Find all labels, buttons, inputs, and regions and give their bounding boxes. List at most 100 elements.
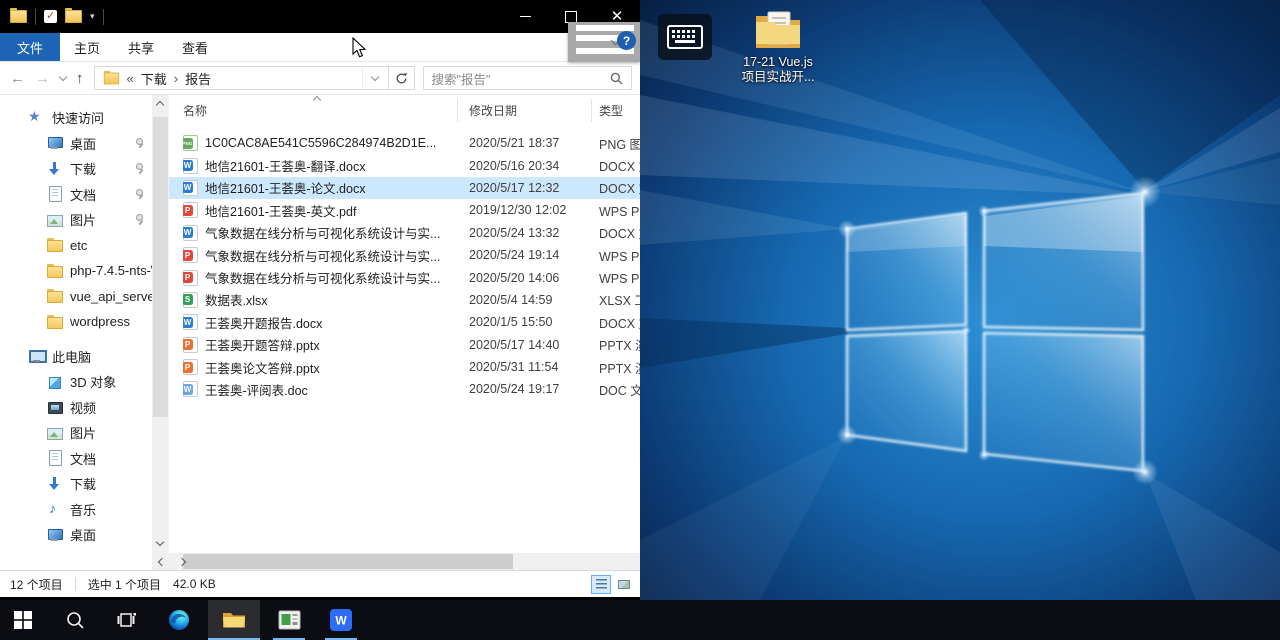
taskbar-explorer-button[interactable] xyxy=(208,600,260,640)
file-row[interactable]: W 地信21601-王荟奥-论文.docx 2020/5/17 12:32 DO… xyxy=(169,177,640,199)
file-type: WPS PDF 文档 xyxy=(599,201,640,220)
forward-icon[interactable]: → xyxy=(35,70,50,87)
desktop-folder-vue-project[interactable]: 17-21 Vue.js 项目实战开... xyxy=(732,8,824,85)
desktop-folder-label-line1: 17-21 Vue.js xyxy=(732,55,824,70)
scroll-left-icon[interactable] xyxy=(158,557,166,565)
sidebar-item[interactable]: 视频 xyxy=(0,395,152,421)
new-folder-icon[interactable] xyxy=(65,10,82,23)
task-view-button[interactable] xyxy=(104,600,150,640)
menu-share[interactable]: 共享 xyxy=(114,33,168,61)
menu-home[interactable]: 主页 xyxy=(60,33,114,61)
touch-keyboard-overlay[interactable] xyxy=(658,14,712,60)
quick-access-toolbar: ▾ xyxy=(0,9,104,25)
properties-icon[interactable] xyxy=(44,10,57,23)
sidebar-item[interactable]: 文档 xyxy=(0,182,152,208)
menu-file[interactable]: 文件 xyxy=(0,33,60,61)
column-divider[interactable] xyxy=(457,99,458,122)
start-button[interactable] xyxy=(0,600,46,640)
file-date: 2020/5/16 20:34 xyxy=(469,159,599,173)
column-divider[interactable] xyxy=(591,99,592,122)
back-icon[interactable]: ← xyxy=(10,70,25,87)
file-explorer-icon xyxy=(222,610,246,630)
column-header-name[interactable]: 名称 xyxy=(169,102,469,119)
desktop-wallpaper: 17-21 Vue.js 项目实战开... xyxy=(640,0,1280,600)
file-row[interactable]: PNG 1C0CAC8AE541C5596C284974B2D1E... 202… xyxy=(169,132,640,154)
file-row[interactable]: W 王荟奥开题报告.docx 2020/1/5 15:50 DOCX 文档 xyxy=(169,311,640,333)
file-row[interactable]: P 王荟奥开题答辩.pptx 2020/5/17 14:40 PPTX 演示文稿 xyxy=(169,334,640,356)
horizontal-scrollbar[interactable] xyxy=(152,553,640,570)
sidebar-item[interactable]: 文档 xyxy=(0,446,152,472)
sidebar-item[interactable]: 下载 xyxy=(0,471,152,497)
column-header-type[interactable]: 类型 xyxy=(599,102,640,119)
sidebar-quick-access[interactable]: 快速访问 xyxy=(0,105,152,131)
file-row[interactable]: W 气象数据在线分析与可视化系统设计与实... 2020/5/24 13:32 … xyxy=(169,222,640,244)
taskbar-search-button[interactable] xyxy=(52,600,98,640)
file-badge-glyph: P xyxy=(183,362,193,373)
taskbar-edge-button[interactable] xyxy=(156,600,202,640)
scrollbar-thumb[interactable] xyxy=(153,117,168,417)
file-row[interactable]: P 地信21601-王荟奥-英文.pdf 2019/12/30 12:02 WP… xyxy=(169,199,640,221)
sidebar-scrollbar[interactable] xyxy=(152,95,169,553)
address-bar[interactable]: « 下载 › 报告 xyxy=(94,66,389,90)
breadcrumb-downloads[interactable]: 下载 xyxy=(141,69,167,88)
sidebar-this-pc[interactable]: 此电脑 xyxy=(0,344,152,370)
column-headers: 名称 修改日期 类型 xyxy=(169,95,640,126)
column-header-date[interactable]: 修改日期 xyxy=(469,102,599,119)
file-row[interactable]: W 地信21601-王荟奥-翻译.docx 2020/5/16 20:34 DO… xyxy=(169,154,640,176)
breadcrumb-overflow[interactable]: « xyxy=(127,71,134,86)
sidebar-item-icon xyxy=(46,186,63,202)
sidebar-item-icon xyxy=(46,501,63,517)
sidebar-item-label: 桌面 xyxy=(70,134,96,153)
sidebar-item[interactable]: vue_api_server xyxy=(0,284,152,310)
file-name-cell: S 数据表.xlsx xyxy=(183,290,469,309)
taskbar-capture-app-button[interactable] xyxy=(266,600,312,640)
file-badge-glyph: PNG xyxy=(183,138,193,149)
sidebar-item[interactable]: 图片 xyxy=(0,420,152,446)
taskbar-wps-button[interactable]: W xyxy=(318,600,364,640)
titlebar[interactable]: ▾ ✕ xyxy=(0,0,640,33)
file-row[interactable]: S 数据表.xlsx 2020/5/4 14:59 XLSX 工作表 xyxy=(169,289,640,311)
menu-view[interactable]: 查看 xyxy=(168,33,222,61)
thumbnails-view-button[interactable] xyxy=(614,575,634,594)
file-row[interactable]: W 王荟奥-评阅表.doc 2020/5/24 19:17 DOC 文档 xyxy=(169,378,640,400)
file-badge-glyph: S xyxy=(183,294,193,305)
sidebar-item[interactable]: 桌面 xyxy=(0,522,152,548)
scroll-down-icon[interactable] xyxy=(156,538,164,546)
sidebar-item[interactable]: php-7.4.5-nts-\ xyxy=(0,258,152,284)
file-type: DOCX 文档 xyxy=(599,178,640,197)
ribbon-help-overlay: ? xyxy=(568,22,640,62)
sidebar-item[interactable]: 图片 xyxy=(0,207,152,233)
customize-qat-chevron-icon[interactable]: ▾ xyxy=(90,11,95,22)
file-type-icon: P xyxy=(183,359,198,375)
breadcrumb-reports[interactable]: 报告 xyxy=(185,69,211,88)
minimize-button[interactable] xyxy=(502,0,548,33)
folder-icon xyxy=(46,314,63,330)
refresh-button[interactable] xyxy=(389,66,415,90)
refresh-icon xyxy=(395,72,408,85)
up-icon[interactable]: ↑ xyxy=(76,70,84,87)
recent-locations-chevron-icon[interactable] xyxy=(59,72,67,80)
file-name-cell: W 气象数据在线分析与可视化系统设计与实... xyxy=(183,223,469,242)
file-row[interactable]: P 王荟奥论文答辩.pptx 2020/5/31 11:54 PPTX 演示文稿 xyxy=(169,356,640,378)
address-dropdown-chevron-icon[interactable] xyxy=(362,67,388,89)
search-box[interactable]: 搜索"报告" xyxy=(423,66,633,90)
sidebar-item[interactable]: 音乐 xyxy=(0,497,152,523)
search-icon[interactable] xyxy=(610,72,623,85)
explorer-content: 快速访问 桌面 下载 xyxy=(0,95,640,553)
breadcrumb[interactable]: « 下载 › 报告 xyxy=(95,69,362,88)
sidebar-item[interactable]: wordpress xyxy=(0,309,152,335)
sidebar-item[interactable]: 桌面 xyxy=(0,131,152,157)
file-name-cell: W 地信21601-王荟奥-翻译.docx xyxy=(183,156,469,175)
file-row[interactable]: P 气象数据在线分析与可视化系统设计与实... 2020/5/20 14:06 … xyxy=(169,266,640,288)
scrollbar-thumb[interactable] xyxy=(183,554,513,569)
sidebar-item[interactable]: etc xyxy=(0,233,152,259)
sidebar-item-label: 3D 对象 xyxy=(70,372,116,391)
windows-start-icon xyxy=(14,611,32,629)
scroll-up-icon[interactable] xyxy=(156,101,164,109)
file-row[interactable]: P 气象数据在线分析与可视化系统设计与实... 2020/5/24 19:14 … xyxy=(169,244,640,266)
help-button[interactable]: ? xyxy=(617,31,636,50)
sidebar-item[interactable]: 下载 xyxy=(0,156,152,182)
details-view-button[interactable] xyxy=(591,575,611,594)
sidebar-item[interactable]: 3D 对象 xyxy=(0,369,152,395)
sidebar-item-label: 下载 xyxy=(70,474,96,493)
